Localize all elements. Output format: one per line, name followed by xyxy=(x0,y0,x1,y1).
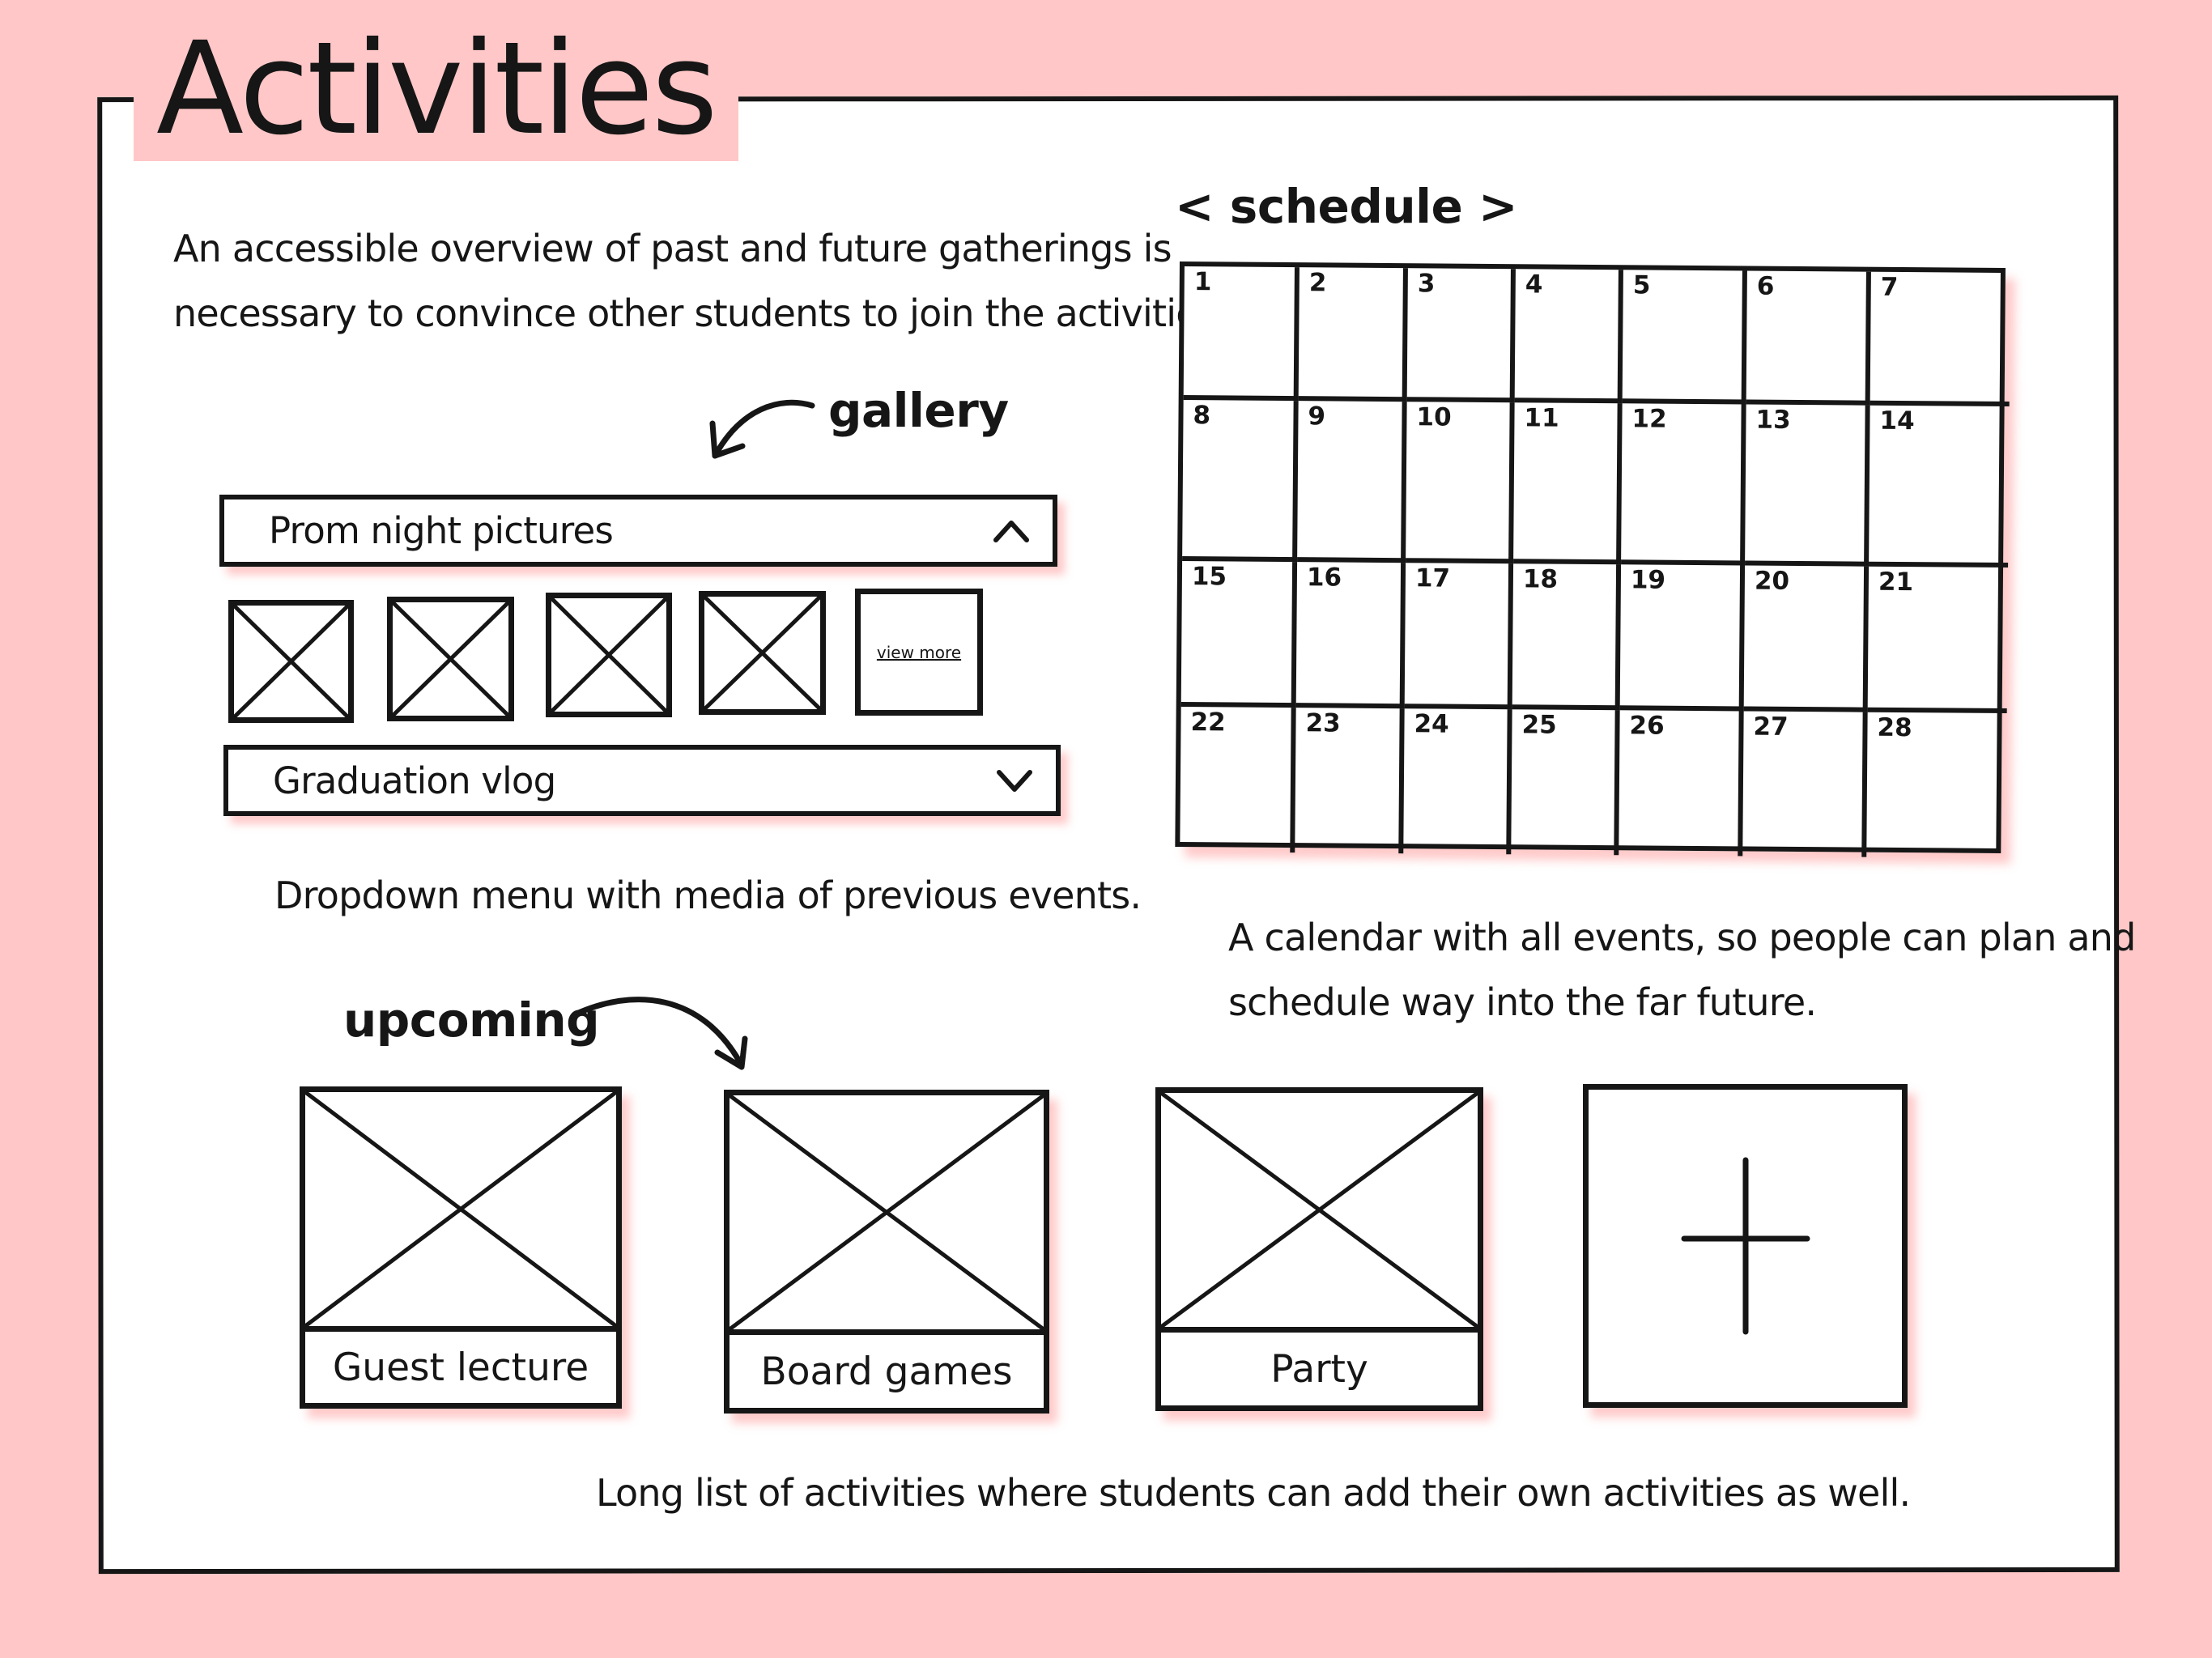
calendar-day[interactable]: 11 xyxy=(1513,402,1623,565)
activity-image xyxy=(305,1092,616,1326)
day-number: 18 xyxy=(1522,564,1559,594)
activity-card[interactable]: Board games xyxy=(724,1090,1049,1414)
gallery-thumbnail[interactable] xyxy=(546,593,672,717)
activity-title: Board games xyxy=(730,1329,1044,1408)
dropdown-label: Graduation vlog xyxy=(273,759,556,802)
gallery-thumbnail[interactable] xyxy=(228,600,354,723)
activity-card[interactable]: Guest lecture xyxy=(300,1086,622,1409)
calendar-day[interactable]: 26 xyxy=(1619,710,1744,857)
calendar-day[interactable]: 5 xyxy=(1622,270,1747,405)
dropdown-prom-night-pictures[interactable]: Prom night pictures xyxy=(219,495,1057,567)
calendar-day[interactable]: 6 xyxy=(1746,270,1871,406)
calendar-day[interactable]: 17 xyxy=(1404,563,1514,710)
day-number: 19 xyxy=(1630,565,1666,595)
image-placeholder-icon xyxy=(730,1095,1044,1329)
day-number: 4 xyxy=(1525,270,1543,300)
chevron-up-icon xyxy=(992,517,1031,546)
calendar-day[interactable]: 7 xyxy=(1870,271,2010,407)
calendar-day[interactable]: 2 xyxy=(1298,267,1408,402)
day-number: 26 xyxy=(1629,711,1665,741)
calendar-day[interactable]: 8 xyxy=(1182,400,1299,563)
day-number: 6 xyxy=(1756,271,1775,301)
image-placeholder-icon xyxy=(1161,1093,1478,1327)
gallery-arrow-icon xyxy=(709,399,815,459)
activity-image xyxy=(730,1095,1044,1329)
calendar-day[interactable]: 16 xyxy=(1295,562,1406,709)
day-number: 20 xyxy=(1754,566,1790,596)
day-number: 28 xyxy=(1877,712,1912,743)
day-number: 5 xyxy=(1632,270,1651,300)
calendar-day[interactable]: 20 xyxy=(1743,565,1870,712)
day-number: 9 xyxy=(1308,402,1326,432)
activity-card[interactable]: Party xyxy=(1155,1087,1483,1411)
calendar-caption-line-1: A calendar with all events, so people ca… xyxy=(1228,916,2136,959)
calendar-day[interactable]: 10 xyxy=(1406,402,1515,564)
gallery-caption: Dropdown menu with media of previous eve… xyxy=(274,874,1142,917)
calendar-day[interactable]: 14 xyxy=(1869,405,2010,568)
day-number: 10 xyxy=(1416,402,1452,432)
calendar-day[interactable]: 23 xyxy=(1295,708,1405,854)
calendar-day[interactable]: 19 xyxy=(1619,564,1746,712)
calendar-day[interactable]: 21 xyxy=(1867,566,2009,714)
calendar-day[interactable]: 18 xyxy=(1512,563,1622,711)
day-number: 2 xyxy=(1308,268,1327,298)
image-placeholder-icon xyxy=(704,597,820,709)
day-number: 7 xyxy=(1880,272,1899,302)
activity-title: Guest lecture xyxy=(305,1326,616,1403)
calendar-day[interactable]: 12 xyxy=(1621,403,1746,566)
calendar-day[interactable]: 13 xyxy=(1745,404,1870,567)
calendar-caption-line-2: schedule way into the far future. xyxy=(1228,980,1817,1024)
chevron-down-icon xyxy=(995,766,1034,795)
day-number: 21 xyxy=(1878,567,1914,597)
dropdown-graduation-vlog[interactable]: Graduation vlog xyxy=(223,745,1061,816)
day-number: 15 xyxy=(1191,562,1227,592)
day-number: 17 xyxy=(1414,563,1451,593)
upcoming-arrow-icon xyxy=(572,997,748,1070)
calendar-day[interactable]: 24 xyxy=(1403,708,1512,855)
day-number: 25 xyxy=(1521,710,1557,740)
schedule-label[interactable]: < schedule > xyxy=(1175,181,1518,233)
calendar-day[interactable]: 1 xyxy=(1183,266,1300,402)
upcoming-caption: Long list of activities where students c… xyxy=(596,1471,1911,1515)
day-number: 8 xyxy=(1193,401,1211,431)
calendar-day[interactable]: 22 xyxy=(1180,707,1296,853)
calendar-day[interactable]: 25 xyxy=(1511,709,1620,856)
day-number: 12 xyxy=(1631,404,1667,434)
day-number: 23 xyxy=(1305,708,1341,738)
day-number: 13 xyxy=(1755,405,1791,435)
plus-icon xyxy=(1681,1157,1810,1335)
day-number: 16 xyxy=(1306,563,1342,593)
calendar-day[interactable]: 9 xyxy=(1297,401,1407,563)
day-number: 11 xyxy=(1524,403,1559,433)
image-placeholder-icon xyxy=(393,602,508,716)
gallery-thumbnail[interactable] xyxy=(699,591,826,715)
calendar-day[interactable]: 15 xyxy=(1180,561,1298,708)
calendar-day[interactable]: 4 xyxy=(1514,269,1623,404)
image-placeholder-icon xyxy=(305,1092,616,1326)
intro-text-line-1: An accessible overview of past and futur… xyxy=(173,227,1172,270)
day-number: 22 xyxy=(1190,708,1226,738)
calendar-grid: 1 2 3 4 5 6 7 8 9 10 11 12 13 14 15 16 17 18 19 20 21 22 23 24 2… xyxy=(1175,261,2010,857)
dropdown-label: Prom night pictures xyxy=(269,509,614,552)
day-number: 1 xyxy=(1193,267,1212,297)
activity-image xyxy=(1161,1093,1478,1327)
calendar-day[interactable]: 28 xyxy=(1866,712,2006,858)
calendar-day[interactable]: 27 xyxy=(1742,711,1868,857)
image-placeholder-icon xyxy=(234,606,348,717)
page-title: Activities xyxy=(134,18,738,161)
add-activity-button[interactable] xyxy=(1583,1084,1908,1408)
day-number: 27 xyxy=(1753,712,1789,742)
gallery-thumbnail[interactable] xyxy=(387,597,514,721)
day-number: 14 xyxy=(1879,406,1915,436)
image-placeholder-icon xyxy=(551,598,666,712)
upcoming-label: upcoming xyxy=(343,993,600,1048)
view-more-link[interactable]: view more xyxy=(877,643,961,662)
activity-title: Party xyxy=(1161,1327,1478,1405)
day-number: 24 xyxy=(1414,709,1449,739)
view-more-button[interactable]: view more xyxy=(855,589,983,716)
day-number: 3 xyxy=(1417,269,1436,299)
intro-text-line-2: necessary to convince other students to … xyxy=(173,291,1229,335)
gallery-label: gallery xyxy=(828,383,1009,438)
calendar-day[interactable]: 3 xyxy=(1406,268,1516,403)
